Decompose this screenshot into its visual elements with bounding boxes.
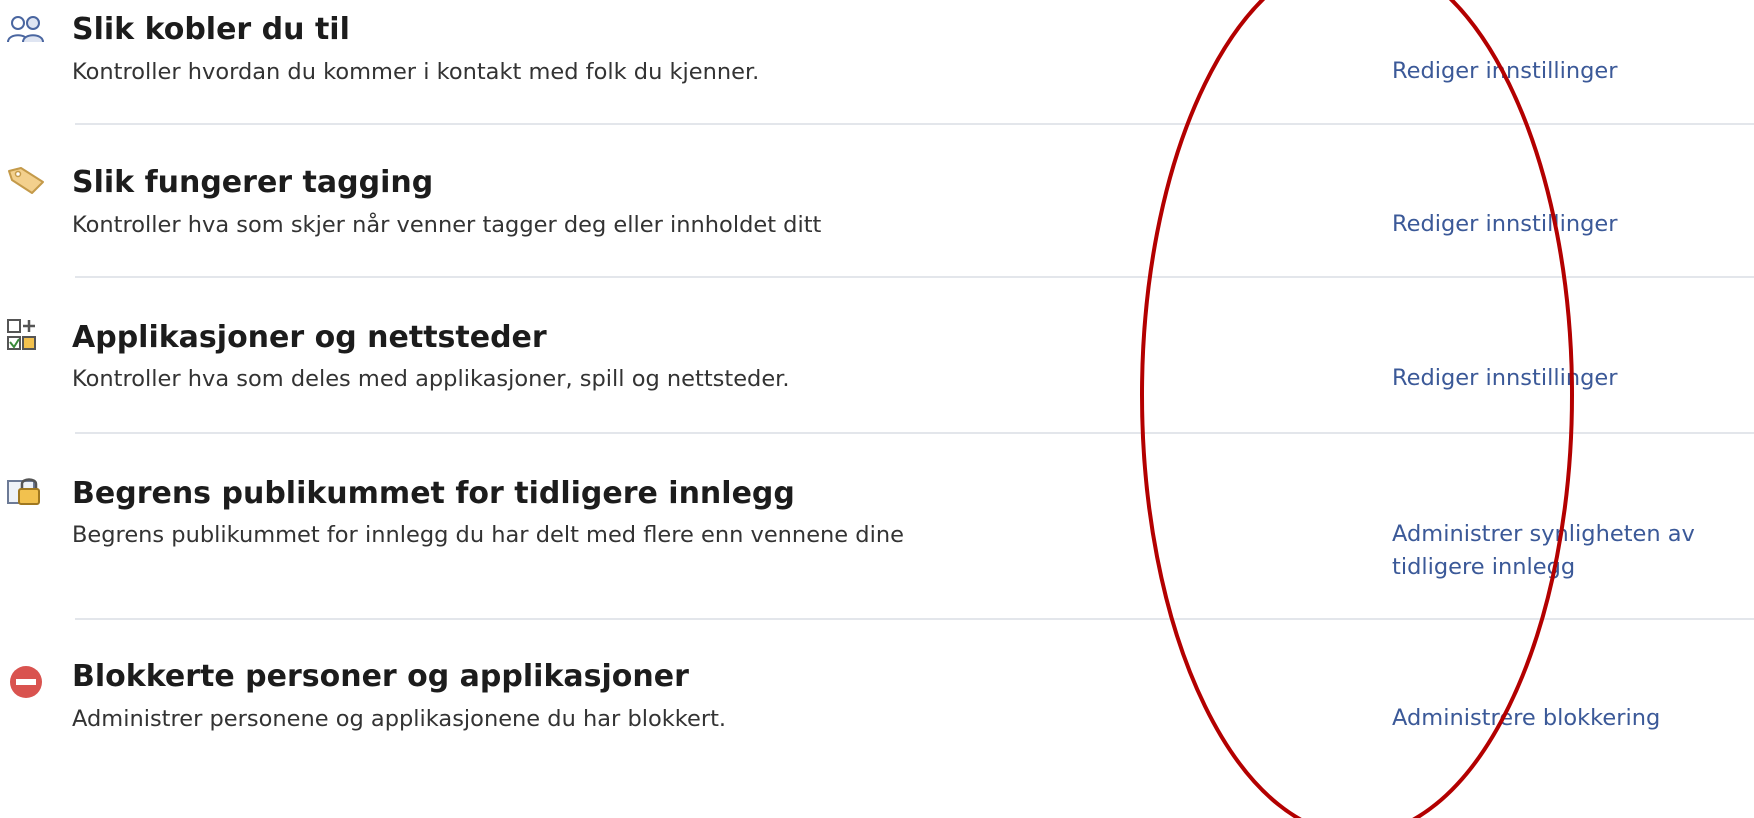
privacy-settings-page: Slik kobler du til Kontroller hvordan du…: [0, 0, 1754, 818]
link-line-1: Administrer synligheten av: [1392, 521, 1695, 547]
section-title: Blokkerte personer og applikasjoner: [72, 659, 689, 694]
apps-icon: [6, 318, 46, 354]
blocked-icon: [6, 664, 46, 700]
edit-settings-link[interactable]: Rediger innstillinger: [1392, 362, 1617, 395]
lock-icon: [6, 475, 46, 511]
manage-blocking-link[interactable]: Administrere blokkering: [1392, 702, 1660, 735]
manage-past-posts-link[interactable]: Administrer synligheten av tidligere inn…: [1392, 518, 1695, 584]
divider: [75, 618, 1754, 620]
link-line-2: tidligere innlegg: [1392, 554, 1576, 580]
divider: [75, 123, 1754, 125]
section-description: Kontroller hva som deles med applikasjon…: [72, 366, 790, 392]
section-description: Kontroller hva som skjer når venner tagg…: [72, 212, 822, 238]
section-description: Kontroller hvordan du kommer i kontakt m…: [72, 59, 760, 85]
divider: [75, 276, 1754, 278]
section-title: Slik kobler du til: [72, 12, 350, 47]
tag-icon: [6, 165, 46, 201]
edit-settings-link[interactable]: Rediger innstillinger: [1392, 55, 1617, 88]
section-description: Administrer personene og applikasjonene …: [72, 706, 727, 732]
section-title: Applikasjoner og nettsteder: [72, 320, 547, 355]
people-icon: [6, 14, 46, 50]
section-description: Begrens publikummet for innlegg du har d…: [72, 522, 904, 548]
section-title: Begrens publikummet for tidligere innleg…: [72, 476, 795, 511]
edit-settings-link[interactable]: Rediger innstillinger: [1392, 208, 1617, 241]
divider: [75, 432, 1754, 434]
section-title: Slik fungerer tagging: [72, 165, 434, 200]
